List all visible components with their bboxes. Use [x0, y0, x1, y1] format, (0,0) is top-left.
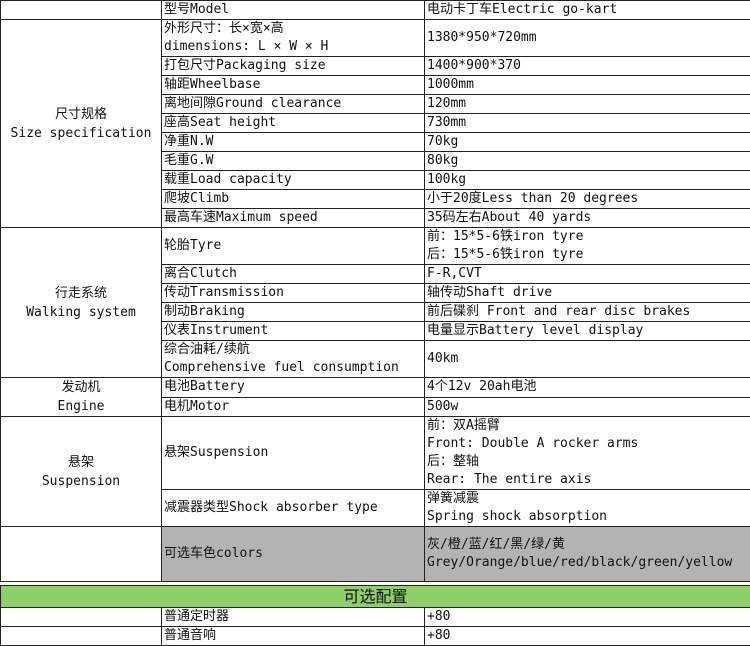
colors-value-en: Grey/Orange/blue/red/black/green/yellow	[427, 554, 748, 572]
audio-label: 普通音响	[162, 627, 425, 646]
tyre-front: 前：15*5-6铁iron tyre	[427, 228, 748, 246]
table-row: 发动机 Engine 电池Battery 4个12v 20ah电池	[1, 378, 750, 398]
colors-blank-cell	[1, 527, 162, 582]
dimensions-value: 1380*950*720mm	[425, 20, 750, 57]
max-speed-label: 最高车速Maximum speed	[162, 209, 425, 228]
motor-label: 电机Motor	[162, 397, 425, 417]
clutch-value: F-R,CVT	[425, 265, 750, 284]
optional-header-row: 可选配置	[1, 586, 750, 608]
clearance-label: 离地间隙Ground clearance	[162, 95, 425, 114]
audio-value: +80	[425, 627, 750, 646]
timer-value: +80	[425, 608, 750, 627]
packaging-value: 1400*900*370	[425, 57, 750, 76]
colors-value-cn: 灰/橙/蓝/红/黑/绿/黄	[427, 536, 748, 554]
suspension-rear-cn: 后：整轴	[427, 453, 748, 471]
model-row: 型号Model 电动卡丁车Electric go-kart	[1, 1, 750, 20]
net-weight-value: 70kg	[425, 133, 750, 152]
net-weight-label: 净重N.W	[162, 133, 425, 152]
wheelbase-value: 1000mm	[425, 76, 750, 95]
optional-blank-cell	[1, 627, 162, 646]
instrument-value: 电量显示Battery level display	[425, 322, 750, 341]
clutch-label: 离合Clutch	[162, 265, 425, 284]
table-row: 尺寸规格 Size specification 外形尺寸：长×宽×高 dimen…	[1, 20, 750, 57]
shock-label: 减震器类型Shock absorber type	[162, 490, 425, 527]
braking-label: 制动Braking	[162, 303, 425, 322]
colors-value: 灰/橙/蓝/红/黑/绿/黄 Grey/Orange/blue/red/black…	[425, 527, 750, 582]
suspension-front-cn: 前：双A摇臂	[427, 417, 748, 435]
seat-height-label: 座高Seat height	[162, 114, 425, 133]
shock-value: 弹簧减震 Spring shock absorption	[425, 490, 750, 527]
fuel-label-en: Comprehensive fuel consumption	[164, 359, 422, 377]
fuel-value: 40km	[425, 341, 750, 378]
dimensions-label: 外形尺寸：长×宽×高 dimensions: L × W × H	[162, 20, 425, 57]
packaging-label: 打包尺寸Packaging size	[162, 57, 425, 76]
tyre-rear: 后：15*5-6铁iron tyre	[427, 246, 748, 264]
fuel-label-cn: 综合油耗/续航	[164, 341, 422, 359]
clearance-value: 120mm	[425, 95, 750, 114]
model-value: 电动卡丁车Electric go-kart	[425, 1, 750, 20]
climb-value: 小于20度Less than 20 degrees	[425, 190, 750, 209]
tyre-label: 轮胎Tyre	[162, 228, 425, 265]
engine-group-title: 发动机 Engine	[1, 378, 162, 417]
model-label: 型号Model	[162, 1, 425, 20]
dimensions-label-en: dimensions: L × W × H	[164, 38, 422, 56]
gross-weight-value: 80kg	[425, 152, 750, 171]
transmission-label: 传动Transmission	[162, 284, 425, 303]
instrument-label: 仪表Instrument	[162, 322, 425, 341]
battery-label: 电池Battery	[162, 378, 425, 398]
load-value: 100kg	[425, 171, 750, 190]
table-row: 行走系统 Walking system 轮胎Tyre 前：15*5-6铁iron…	[1, 228, 750, 265]
engine-title-cn: 发动机	[3, 378, 159, 397]
suspension-value: 前：双A摇臂 Front: Double A rocker arms 后：整轴 …	[425, 417, 750, 490]
colors-label: 可选车色colors	[162, 527, 425, 582]
walking-group-title: 行走系统 Walking system	[1, 228, 162, 378]
size-title-cn: 尺寸规格	[3, 105, 159, 124]
shock-value-cn: 弹簧减震	[427, 490, 748, 508]
suspension-title-cn: 悬架	[3, 453, 159, 472]
suspension-rear-en: Rear: The entire axis	[427, 471, 748, 489]
spec-table: 型号Model 电动卡丁车Electric go-kart 尺寸规格 Size …	[0, 0, 750, 646]
shock-value-en: Spring shock absorption	[427, 508, 748, 526]
motor-value: 500w	[425, 397, 750, 417]
table-row: 普通定时器 +80	[1, 608, 750, 627]
seat-height-value: 730mm	[425, 114, 750, 133]
load-label: 载重Load capacity	[162, 171, 425, 190]
braking-value: 前后碟刹 Front and rear disc brakes	[425, 303, 750, 322]
optional-blank-cell	[1, 608, 162, 627]
transmission-value: 轴传动Shaft drive	[425, 284, 750, 303]
max-speed-value: 35码左右About 40 yards	[425, 209, 750, 228]
climb-label: 爬坡Climb	[162, 190, 425, 209]
table-row: 悬架 Suspension 悬架Suspension 前：双A摇臂 Front:…	[1, 417, 750, 490]
walking-title-cn: 行走系统	[3, 284, 159, 303]
tyre-value: 前：15*5-6铁iron tyre 后：15*5-6铁iron tyre	[425, 228, 750, 265]
fuel-label: 综合油耗/续航 Comprehensive fuel consumption	[162, 341, 425, 378]
size-group-title: 尺寸规格 Size specification	[1, 20, 162, 228]
battery-value: 4个12v 20ah电池	[425, 378, 750, 398]
engine-title-en: Engine	[3, 397, 159, 416]
suspension-title-en: Suspension	[3, 472, 159, 491]
colors-row: 可选车色colors 灰/橙/蓝/红/黑/绿/黄 Grey/Orange/blu…	[1, 527, 750, 582]
timer-label: 普通定时器	[162, 608, 425, 627]
table-row: 普通音响 +80	[1, 627, 750, 646]
gross-weight-label: 毛重G.W	[162, 152, 425, 171]
suspension-front-en: Front: Double A rocker arms	[427, 435, 748, 453]
suspension-group-title: 悬架 Suspension	[1, 417, 162, 527]
walking-title-en: Walking system	[3, 303, 159, 322]
wheelbase-label: 轴距Wheelbase	[162, 76, 425, 95]
size-title-en: Size specification	[3, 124, 159, 143]
dimensions-label-cn: 外形尺寸：长×宽×高	[164, 20, 422, 38]
suspension-label: 悬架Suspension	[162, 417, 425, 490]
optional-config-title: 可选配置	[1, 586, 750, 608]
model-blank-cell	[1, 1, 162, 20]
